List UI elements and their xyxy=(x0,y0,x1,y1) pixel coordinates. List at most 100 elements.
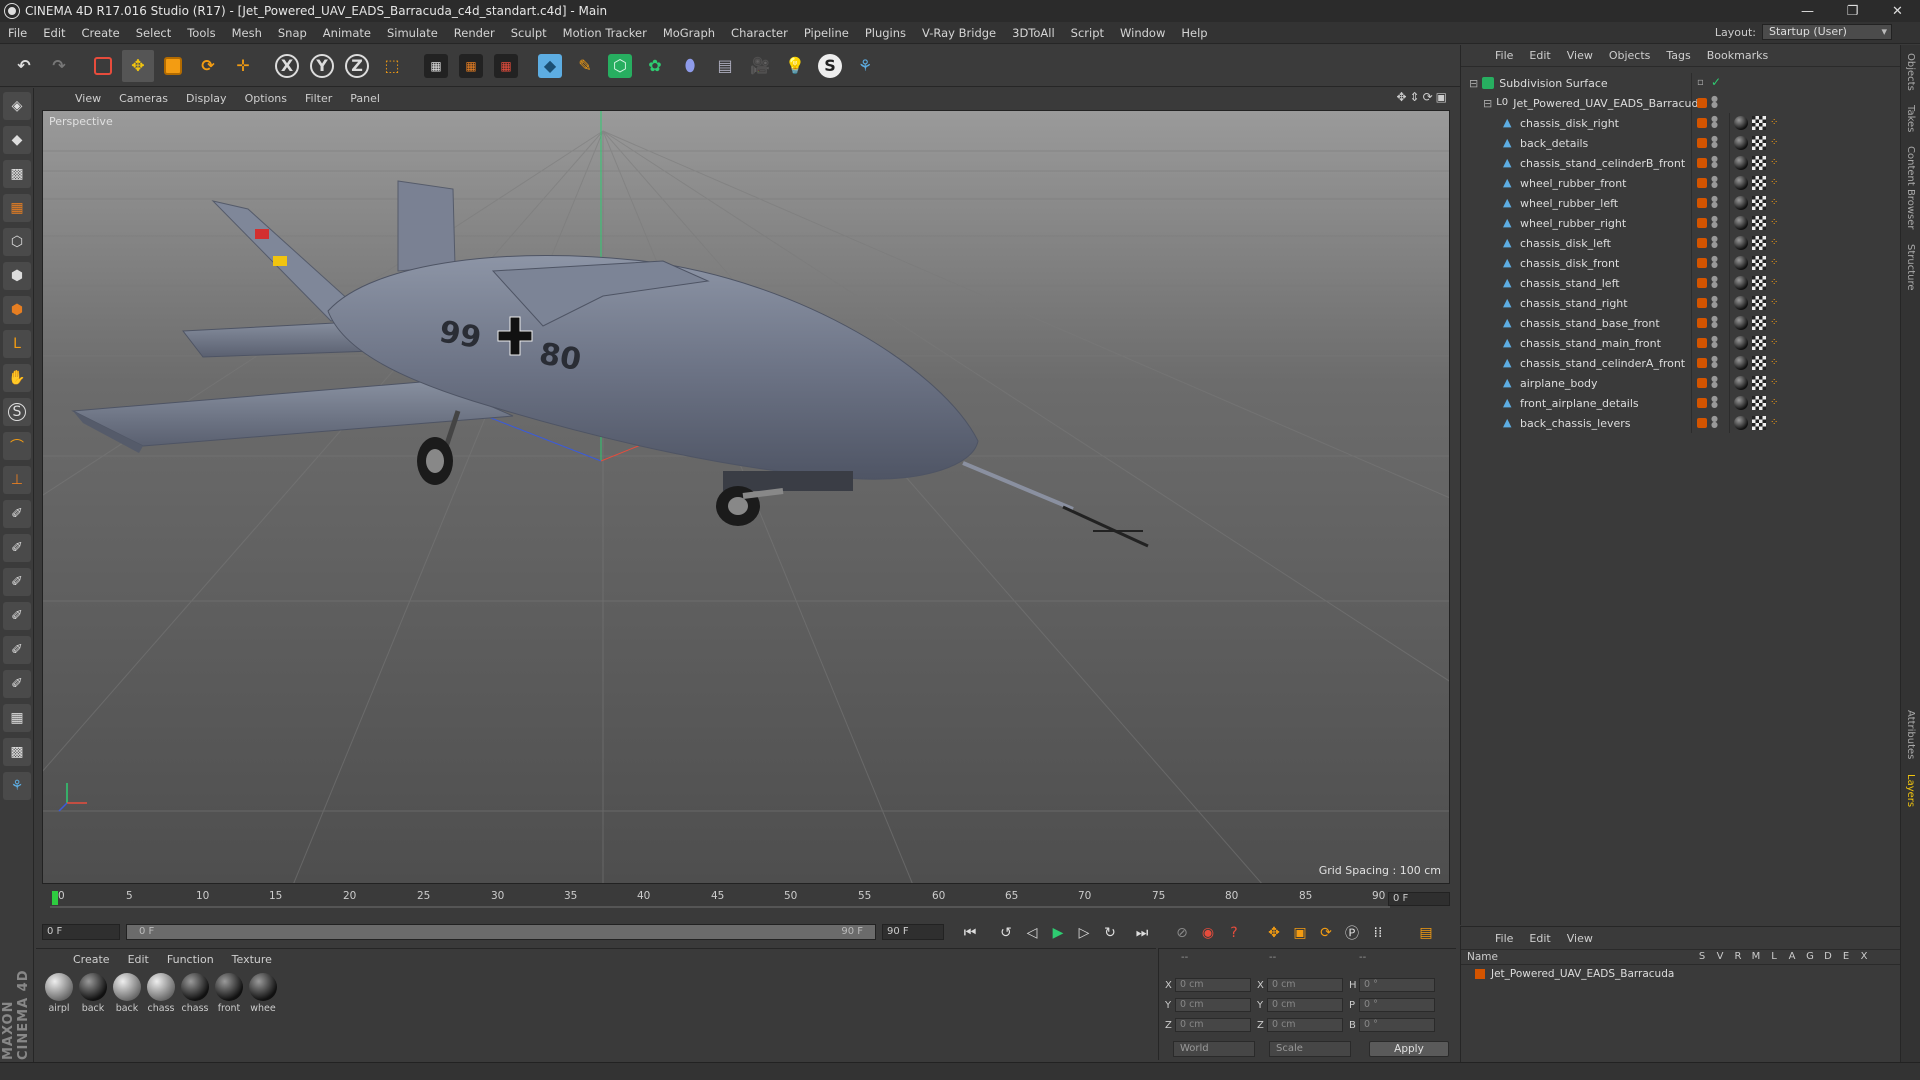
objects-menu-file[interactable]: File xyxy=(1487,49,1521,62)
material-tag-icon[interactable] xyxy=(1734,196,1748,210)
layer-color-swatch[interactable] xyxy=(1697,258,1707,268)
z-axis-toggle[interactable]: Z xyxy=(341,50,373,82)
visibility-dots[interactable]: ● ● xyxy=(1711,335,1718,350)
brush-tool-6[interactable]: ✐ xyxy=(3,670,31,698)
uvw-tag-icon[interactable] xyxy=(1752,296,1766,310)
viewport-menu-panel[interactable]: Panel xyxy=(341,92,389,105)
menu-motion-tracker[interactable]: Motion Tracker xyxy=(555,26,655,40)
next-key-button[interactable]: ↻ xyxy=(1098,922,1122,944)
uvw-tag-icon[interactable] xyxy=(1752,176,1766,190)
light-button[interactable]: 💡 xyxy=(779,50,811,82)
layer-color-swatch[interactable] xyxy=(1697,338,1707,348)
visibility-dots[interactable]: ● ● xyxy=(1711,135,1718,150)
render-settings-button[interactable]: ▦ xyxy=(490,50,522,82)
visibility-dots[interactable]: ● ● xyxy=(1711,175,1718,190)
object-row[interactable]: ▲ wheel_rubber_left ● ● ⁘ xyxy=(1461,193,1901,213)
uvw-tag-icon[interactable] xyxy=(1752,276,1766,290)
viewport-menu-cameras[interactable]: Cameras xyxy=(110,92,177,105)
polygons-mode-button[interactable]: ⬢ xyxy=(3,296,31,324)
objects-menu-view[interactable]: View xyxy=(1559,49,1601,62)
phong-tag-icon[interactable]: ⁘ xyxy=(1770,238,1780,248)
uvw-tag-icon[interactable] xyxy=(1752,416,1766,430)
brush-tool-5[interactable]: ✐ xyxy=(3,636,31,664)
phong-tag-icon[interactable]: ⁘ xyxy=(1770,198,1780,208)
render-view-button[interactable]: ▦ xyxy=(420,50,452,82)
key-parameter-button[interactable]: Ⓟ xyxy=(1340,922,1364,944)
uvw-tag-icon[interactable] xyxy=(1752,376,1766,390)
material-menu-create[interactable]: Create xyxy=(64,953,119,966)
collapse-toggle[interactable]: ⊟ xyxy=(1469,77,1478,90)
material-swatch[interactable]: whee xyxy=(246,973,280,1014)
workplane-axis-button[interactable]: ⊥ xyxy=(3,466,31,494)
menu-plugins[interactable]: Plugins xyxy=(857,26,914,40)
material-tag-icon[interactable] xyxy=(1734,236,1748,250)
layer-color-swatch[interactable] xyxy=(1697,158,1707,168)
menu-edit[interactable]: Edit xyxy=(35,26,73,40)
layers-menu-file[interactable]: File xyxy=(1487,932,1521,945)
size-y-field[interactable]: 0 cm xyxy=(1267,998,1343,1012)
material-swatch[interactable]: airpl xyxy=(42,973,76,1014)
object-row[interactable]: ▲ wheel_rubber_right ● ● ⁘ xyxy=(1461,213,1901,233)
rotation-p-field[interactable]: 0 ° xyxy=(1359,998,1435,1012)
layer-color-swatch[interactable] xyxy=(1697,198,1707,208)
render-picture-viewer-button[interactable]: ▦ xyxy=(455,50,487,82)
coordinate-space-dropdown[interactable]: World xyxy=(1173,1041,1255,1057)
apply-button[interactable]: Apply xyxy=(1369,1041,1449,1057)
visibility-dots[interactable]: ● ● xyxy=(1711,215,1718,230)
object-row[interactable]: ▲ chassis_stand_celinderB_front ● ● ⁘ xyxy=(1461,153,1901,173)
deformer-button[interactable]: ⬮ xyxy=(674,50,706,82)
position-y-field[interactable]: 0 cm xyxy=(1175,998,1251,1012)
3d-viewport[interactable]: 99 80 Perspective Grid Spacing: 100 cm xyxy=(42,110,1450,884)
visibility-dots[interactable]: ● ● xyxy=(1711,195,1718,210)
live-selection-button[interactable] xyxy=(87,50,119,82)
side-tab-attributes[interactable]: Attributes xyxy=(1905,710,1916,759)
brush-tool-1[interactable]: ✐ xyxy=(3,500,31,528)
phong-tag-icon[interactable]: ⁘ xyxy=(1770,138,1780,148)
restore-button[interactable]: ❐ xyxy=(1830,0,1875,22)
x-axis-toggle[interactable]: X xyxy=(271,50,303,82)
redo-button[interactable]: ↷ xyxy=(43,50,75,82)
frame-ruler[interactable]: 0 5 10 15 20 25 30 35 40 45 50 55 60 65 … xyxy=(50,888,1410,908)
make-editable-button[interactable]: ◈ xyxy=(3,92,31,120)
menu-animate[interactable]: Animate xyxy=(315,26,379,40)
visibility-dots[interactable]: ● ● xyxy=(1711,295,1718,310)
menu-sculpt[interactable]: Sculpt xyxy=(503,26,555,40)
timeline-window-button[interactable]: ▤ xyxy=(1414,922,1438,944)
previous-key-button[interactable]: ↺ xyxy=(994,922,1018,944)
undo-button[interactable]: ↶ xyxy=(8,50,40,82)
enabled-check-icon[interactable]: ✓ xyxy=(1711,75,1721,89)
magnet-button[interactable]: ⌒ xyxy=(3,432,31,460)
current-frame-field[interactable]: 0 F xyxy=(1388,892,1450,906)
spline-pen-button[interactable]: ✎ xyxy=(569,50,601,82)
object-row[interactable]: ▲ front_airplane_details ● ● ⁘ xyxy=(1461,393,1901,413)
layer-color-swatch[interactable] xyxy=(1697,118,1707,128)
start-frame-field[interactable]: 0 F xyxy=(42,924,120,940)
material-tag-icon[interactable] xyxy=(1734,116,1748,130)
material-tag-icon[interactable] xyxy=(1734,276,1748,290)
phong-tag-icon[interactable]: ⁘ xyxy=(1770,178,1780,188)
menu-render[interactable]: Render xyxy=(446,26,503,40)
menu-mesh[interactable]: Mesh xyxy=(224,26,270,40)
visibility-dots[interactable]: ● ● xyxy=(1711,235,1718,250)
material-tag-icon[interactable] xyxy=(1734,316,1748,330)
brush-tool-3[interactable]: ✐ xyxy=(3,568,31,596)
object-row[interactable]: ▲ chassis_disk_front ● ● ⁘ xyxy=(1461,253,1901,273)
visibility-dots[interactable]: ● ● xyxy=(1711,255,1718,270)
objects-menu-bookmarks[interactable]: Bookmarks xyxy=(1699,49,1776,62)
material-swatch[interactable]: front xyxy=(212,973,246,1014)
material-menu-edit[interactable]: Edit xyxy=(119,953,158,966)
material-tag-icon[interactable] xyxy=(1734,216,1748,230)
python-tool-button[interactable]: ⚘ xyxy=(3,772,31,800)
transform-tool-button[interactable]: ✛ xyxy=(227,50,259,82)
object-row[interactable]: ▲ chassis_stand_main_front ● ● ⁘ xyxy=(1461,333,1901,353)
material-tag-icon[interactable] xyxy=(1734,156,1748,170)
side-tab-structure[interactable]: Structure xyxy=(1905,244,1916,291)
layer-color-swatch[interactable] xyxy=(1697,138,1707,148)
coordinate-system-button[interactable]: ⬚ xyxy=(376,50,408,82)
visibility-dots[interactable]: ● ● xyxy=(1711,95,1718,110)
material-menu-function[interactable]: Function xyxy=(158,953,223,966)
size-x-field[interactable]: 0 cm xyxy=(1267,978,1343,992)
key-position-button[interactable]: ✥ xyxy=(1262,922,1286,944)
close-button[interactable]: ✕ xyxy=(1875,0,1920,22)
objects-menu-objects[interactable]: Objects xyxy=(1601,49,1659,62)
